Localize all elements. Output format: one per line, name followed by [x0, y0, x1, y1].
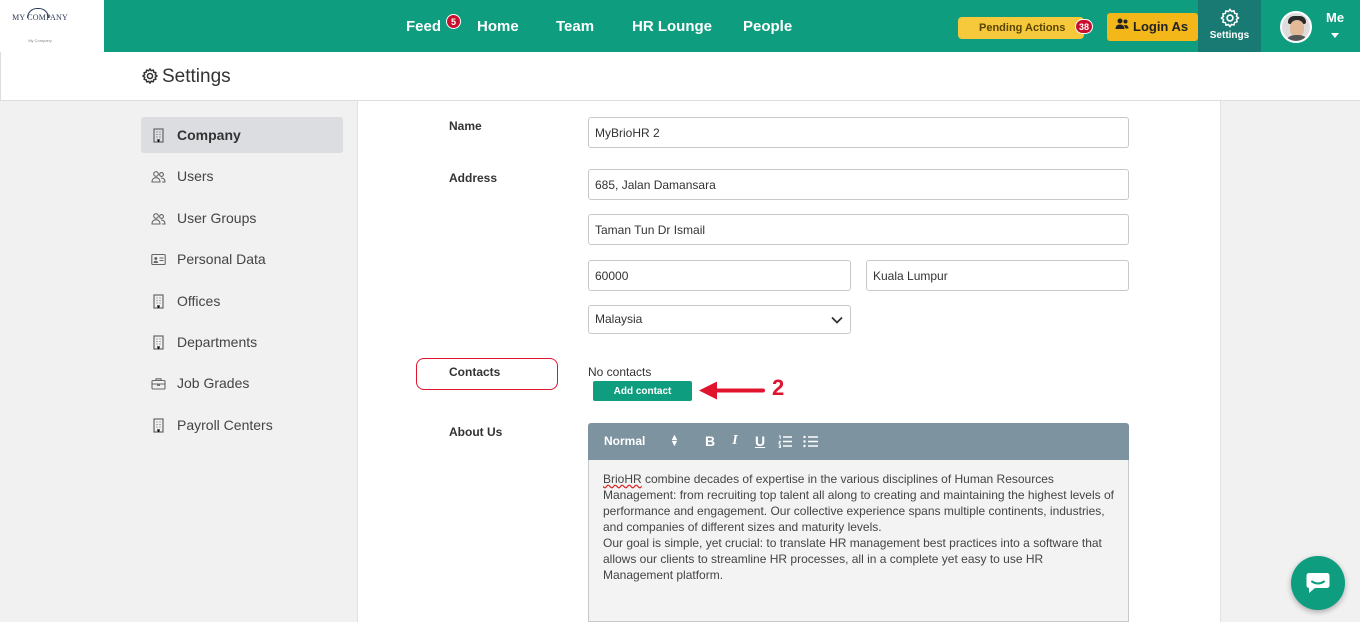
address-line2-input[interactable] — [588, 214, 1129, 245]
about-us-editor[interactable]: BrioHR combine decades of expertise in t… — [588, 460, 1129, 622]
postcode-input[interactable] — [588, 260, 851, 291]
pending-actions-button[interactable]: Pending Actions — [958, 17, 1084, 39]
sidebar-item-company[interactable]: Company — [141, 117, 343, 153]
sidebar-item-label: User Groups — [177, 210, 257, 226]
sidebar-item-user-groups[interactable]: User Groups — [141, 200, 343, 236]
chevron-down-icon[interactable] — [1331, 33, 1339, 38]
nav-people[interactable]: People — [743, 0, 792, 52]
top-navbar: MY COMPANY My Company Feed 5 Home Team H… — [0, 0, 1360, 52]
building-icon — [153, 128, 164, 143]
building-icon — [153, 418, 164, 433]
chat-button[interactable] — [1291, 556, 1345, 610]
sidebar-item-label: Job Grades — [177, 375, 250, 391]
no-contacts-text: No contacts — [588, 365, 652, 379]
sidebar-item-label: Offices — [177, 293, 221, 309]
building-icon — [153, 335, 164, 350]
name-label: Name — [449, 119, 482, 133]
contacts-label: Contacts — [449, 365, 501, 379]
feed-badge: 5 — [446, 14, 461, 29]
format-select[interactable]: Normal — [604, 434, 645, 448]
editor-toolbar: Normal ▲ ▼ B I U — [588, 423, 1129, 460]
users-icon — [1115, 13, 1129, 41]
arrow-left-icon — [699, 381, 765, 400]
country-select[interactable]: Malaysia — [588, 305, 851, 334]
nav-team[interactable]: Team — [556, 0, 594, 52]
brand-word: BrioHR — [603, 472, 642, 486]
briefcase-icon — [151, 378, 166, 390]
gear-icon — [142, 68, 158, 84]
sidebar-item-payroll-centers[interactable]: Payroll Centers — [141, 407, 343, 443]
address-line1-input[interactable] — [588, 169, 1129, 200]
settings-label: Settings — [1209, 30, 1250, 41]
chevron-down-icon — [831, 316, 843, 324]
sidebar-item-offices[interactable]: Offices — [141, 283, 343, 319]
city-input[interactable] — [866, 260, 1129, 291]
users-icon — [151, 171, 166, 183]
nav-hr-lounge[interactable]: HR Lounge — [632, 0, 712, 52]
login-as-button[interactable]: Login As — [1107, 13, 1198, 41]
about-paragraph-2: Our goal is simple, yet crucial: to tran… — [603, 536, 1102, 582]
address-label: Address — [449, 171, 498, 185]
underline-icon[interactable]: U — [752, 433, 768, 449]
sidebar-item-personal-data[interactable]: Personal Data — [141, 241, 343, 277]
users-icon — [151, 213, 166, 225]
step-number: 2 — [772, 375, 785, 400]
sidebar-item-label: Payroll Centers — [177, 417, 273, 433]
nav-feed-label: Feed — [406, 18, 442, 35]
id-card-icon — [151, 253, 166, 266]
gear-icon — [1220, 8, 1239, 28]
ordered-list-icon[interactable] — [778, 435, 792, 448]
italic-icon[interactable]: I — [727, 433, 743, 449]
sidebar-item-job-grades[interactable]: Job Grades — [141, 365, 343, 401]
bullet-list-icon[interactable] — [803, 435, 818, 448]
sidebar-item-users[interactable]: Users — [141, 158, 343, 194]
sidebar-item-label: Company — [177, 127, 241, 143]
nav-feed[interactable]: Feed — [406, 0, 441, 52]
sidebar-item-label: Users — [177, 168, 214, 184]
sidebar-item-departments[interactable]: Departments — [141, 324, 343, 360]
country-value: Malaysia — [595, 312, 643, 326]
login-as-label: Login As — [1133, 19, 1189, 34]
building-icon — [153, 294, 164, 309]
settings-button[interactable]: Settings — [1198, 0, 1261, 52]
avatar[interactable] — [1280, 11, 1312, 43]
nav-home[interactable]: Home — [477, 0, 519, 52]
bold-icon[interactable]: B — [702, 433, 718, 449]
logo-tagline: My Company — [28, 38, 52, 43]
page-title: Settings — [162, 66, 231, 87]
company-name-input[interactable] — [588, 117, 1129, 148]
about-paragraph-1: BrioHR combine decades of expertise in t… — [603, 472, 1114, 534]
pending-actions-label: Pending Actions — [979, 22, 1066, 34]
pending-actions-badge: 38 — [1075, 19, 1094, 34]
logo-name: MY COMPANY — [12, 13, 68, 22]
sidebar-item-label: Departments — [177, 334, 258, 350]
user-menu-label[interactable]: Me — [1326, 10, 1344, 25]
sidebar-item-label: Personal Data — [177, 251, 266, 267]
updown-icon: ▲ ▼ — [670, 432, 679, 448]
add-contact-button[interactable]: Add contact — [593, 381, 692, 401]
logo-divider — [78, 0, 104, 52]
chat-icon — [1306, 573, 1330, 593]
about-us-label: About Us — [449, 425, 503, 439]
